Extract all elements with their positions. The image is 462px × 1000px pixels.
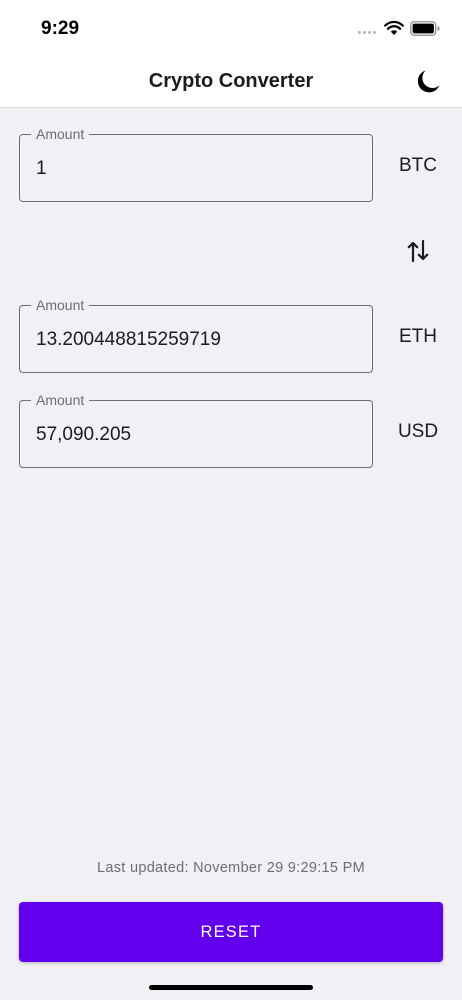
swap-vertical-icon[interactable] — [404, 237, 432, 265]
app-bar: Crypto Converter — [0, 58, 462, 108]
last-updated-text: Last updated: November 29 9:29:15 PM — [97, 860, 365, 876]
eth-amount-label: Amount — [31, 296, 90, 314]
status-bar: 9:29 — [0, 0, 462, 58]
wifi-icon — [384, 20, 404, 35]
btc-amount-field[interactable]: Amount 1 — [19, 125, 373, 202]
eth-amount-input[interactable]: 13.200448815259719 — [36, 329, 356, 351]
signal-dots-icon — [358, 31, 380, 35]
status-time: 9:29 — [41, 18, 80, 39]
reset-button[interactable]: RESET — [19, 902, 443, 962]
app-title: Crypto Converter — [148, 70, 314, 92]
usd-amount-label: Amount — [31, 391, 90, 409]
eth-amount-field[interactable]: Amount 13.200448815259719 — [19, 296, 373, 373]
battery-icon — [410, 21, 440, 36]
moon-icon[interactable] — [414, 68, 442, 96]
btc-amount-input[interactable]: 1 — [36, 158, 356, 180]
btc-amount-label: Amount — [31, 125, 90, 143]
usd-amount-input[interactable]: 57,090.205 — [36, 424, 356, 446]
btc-currency-label: BTC — [399, 155, 437, 176]
eth-currency-label: ETH — [399, 326, 437, 347]
usd-currency-label: USD — [397, 421, 439, 442]
home-indicator[interactable] — [149, 985, 313, 990]
usd-amount-field[interactable]: Amount 57,090.205 — [19, 391, 373, 468]
